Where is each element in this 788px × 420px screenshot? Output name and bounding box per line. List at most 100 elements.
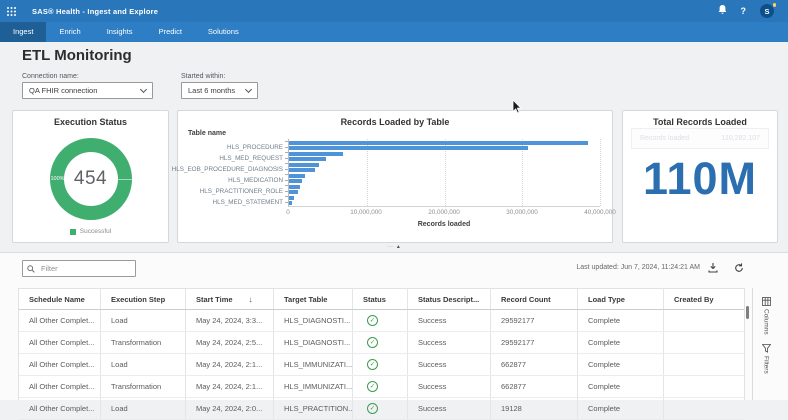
table-cell [664,398,744,419]
total-records-title: Total Records Loaded [623,117,777,127]
last-updated-text: Last updated: Jun 7, 2024, 11:24:21 AM [576,264,700,271]
table-cell: Success [408,398,491,419]
chevron-down-icon [245,86,252,93]
table-cell: ✓ [353,310,408,331]
bar[interactable] [289,168,315,172]
table-scrollbar[interactable] [746,306,749,319]
table-cell: All Other Complet... [19,398,101,419]
table-body: All Other Complet...LoadMay 24, 2024, 3:… [19,310,744,420]
column-header-schedule-name[interactable]: Schedule Name [19,289,101,309]
filters-panel-button[interactable]: Filters [753,344,779,374]
bar[interactable] [289,174,305,178]
table-cell: All Other Complet... [19,332,101,353]
table-cell: Transformation [101,376,186,397]
avatar-initial: S [764,7,769,16]
connection-select[interactable]: QA FHIR connection [22,82,153,99]
tooltip-label: Records loaded [640,135,689,142]
tab-insights[interactable]: Insights [94,22,146,42]
bell-icon[interactable] [718,2,727,20]
sort-desc-icon: ↓ [249,295,253,304]
table-cell [664,332,744,353]
column-header-target-table[interactable]: Target Table [274,289,353,309]
table-cell: Complete [578,376,664,397]
table-cell: Success [408,332,491,353]
bar[interactable] [289,141,588,145]
table-cell: HLS_IMMUNIZATI... [274,376,353,397]
column-header-created-by[interactable]: Created By [664,289,744,309]
connection-select-value: QA FHIR connection [29,86,97,95]
bar-categories: HLS_PROCEDUREHLS_MED_REQUESTHLS_EOB_PROC… [186,139,288,207]
table-header-row: Schedule NameExecution StepStart Time↓Ta… [19,289,744,310]
column-header-record-count[interactable]: Record Count [491,289,578,309]
table-cell: 29592177 [491,310,578,331]
table-cell: Transformation [101,332,186,353]
table-row[interactable]: All Other Complet...LoadMay 24, 2024, 2:… [19,398,744,420]
bar[interactable] [289,146,528,150]
bar[interactable] [289,185,300,189]
refresh-icon[interactable] [732,261,746,275]
table-cell: Complete [578,332,664,353]
table-cell: Load [101,398,186,419]
avatar[interactable]: S [760,4,774,18]
bar-chart-title: Records Loaded by Table [178,117,612,127]
columns-grid-icon [762,297,771,306]
donut-slice-label: 100% [51,176,65,182]
table-row[interactable]: All Other Complet...TransformationMay 24… [19,376,744,398]
bar[interactable] [289,190,298,194]
bar-category-label: HLS_PRACTITIONER_ROLE [186,189,288,195]
execution-status-card: Execution Status 100% 454 Successful [12,110,169,243]
table-cell: May 24, 2024, 3:3... [186,310,274,331]
table-cell: ✓ [353,398,408,419]
column-header-load-type[interactable]: Load Type [578,289,664,309]
app-launcher-icon[interactable] [0,7,22,16]
table-cell: HLS_IMMUNIZATI... [274,354,353,375]
status-success-icon: ✓ [367,315,378,326]
x-tick-label: 20,000,000 [428,209,460,216]
bar[interactable] [289,152,343,156]
table-cell: Load [101,354,186,375]
bar[interactable] [289,196,294,200]
column-header-status-descript[interactable]: Status Descript... [408,289,491,309]
tab-ingest[interactable]: Ingest [0,22,46,42]
table-cell: All Other Complet... [19,310,101,331]
tooltip-value: 110,282,107 [722,135,760,142]
filter-input[interactable] [39,263,135,274]
table-cell: May 24, 2024, 2:0... [186,398,274,419]
table-cell [664,354,744,375]
bar[interactable] [289,201,292,205]
table-cell: HLS_DIAGNOSTI... [274,310,353,331]
column-header-status[interactable]: Status [353,289,408,309]
execution-status-donut-chart[interactable]: 100% 454 [50,138,132,220]
bar[interactable] [289,179,302,183]
page-title: ETL Monitoring [22,47,132,64]
bar-plot[interactable] [288,139,600,207]
bar-row [289,201,600,207]
download-icon[interactable] [706,261,720,275]
column-header-start-time[interactable]: Start Time↓ [186,289,274,309]
started-within-select[interactable]: Last 6 months [181,82,258,99]
table-cell: Load [101,310,186,331]
x-tick-label: 40,000,000 [584,209,616,216]
table-row[interactable]: All Other Complet...TransformationMay 24… [19,332,744,354]
execution-count: 454 [74,168,107,190]
table-cell: Success [408,310,491,331]
bar-category-label: HLS_EOB_PROCEDURE_DIAGNOSIS [186,167,288,173]
connection-name-label: Connection name: [22,73,79,80]
collapse-handle[interactable]: ····▲ [387,244,401,250]
table-row[interactable]: All Other Complet...LoadMay 24, 2024, 3:… [19,310,744,332]
column-header-execution-step[interactable]: Execution Step [101,289,186,309]
gridline [600,139,601,206]
columns-panel-button[interactable]: Columns [753,297,779,335]
filter-box [22,260,136,277]
tab-enrich[interactable]: Enrich [46,22,93,42]
table-cell: 662877 [491,354,578,375]
tab-solutions[interactable]: Solutions [195,22,252,42]
bar[interactable] [289,163,319,167]
bar[interactable] [289,157,326,161]
table-row[interactable]: All Other Complet...LoadMay 24, 2024, 2:… [19,354,744,376]
table-cell: All Other Complet... [19,376,101,397]
tab-predict[interactable]: Predict [146,22,195,42]
table-cell: ✓ [353,354,408,375]
help-icon[interactable]: ? [741,6,747,16]
table-cell: ✓ [353,332,408,353]
